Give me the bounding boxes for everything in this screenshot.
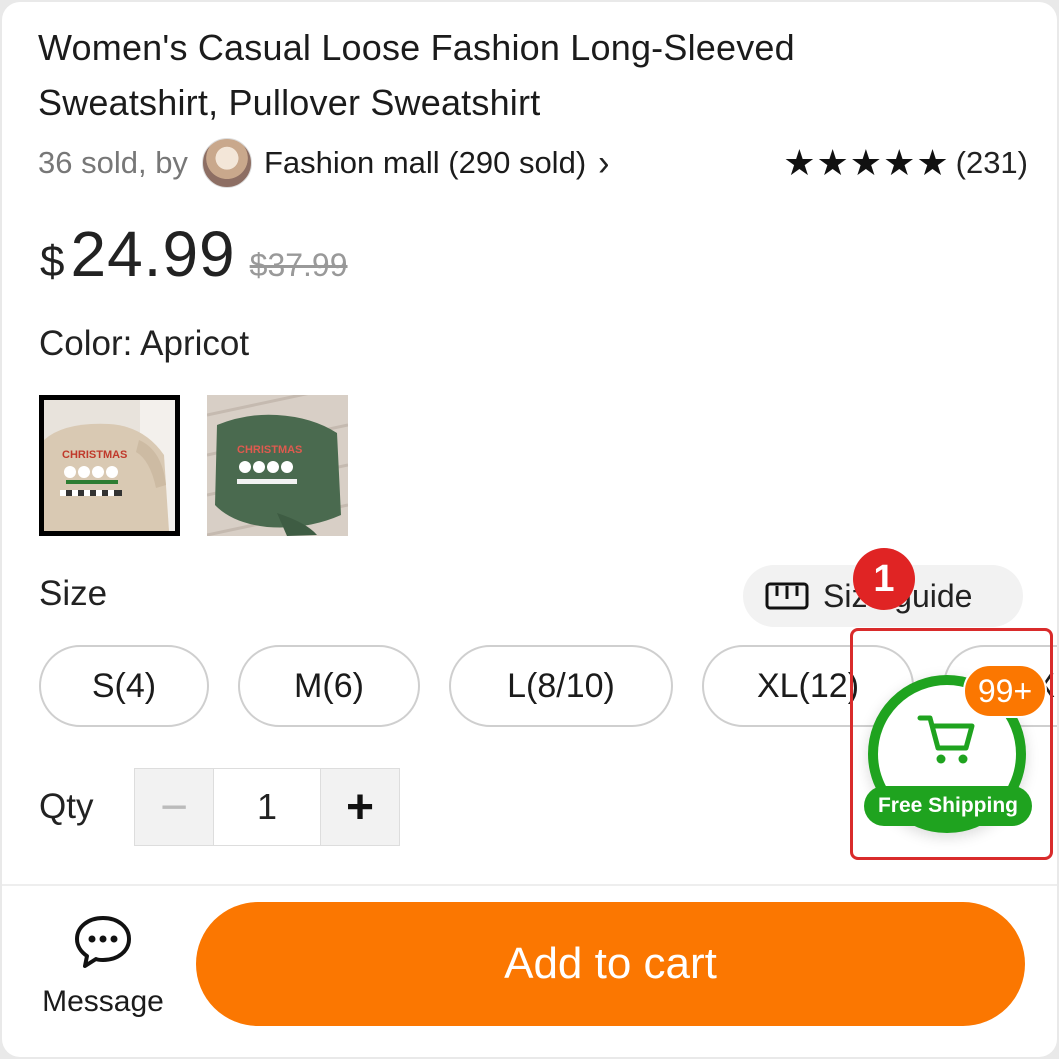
price-row: $ 24.99 $37.99 xyxy=(40,217,348,291)
color-swatch-green[interactable]: CHRISTMAS xyxy=(207,395,348,536)
annotation-number-badge: 1 xyxy=(853,548,915,610)
message-label: Message xyxy=(42,985,164,1018)
size-option[interactable]: L(8/10) xyxy=(449,645,673,727)
current-price: 24.99 xyxy=(70,218,236,290)
message-button[interactable]: Message xyxy=(28,914,178,1019)
chat-bubble-icon xyxy=(75,916,131,968)
svg-text:CHRISTMAS: CHRISTMAS xyxy=(237,444,302,456)
currency-symbol: $ xyxy=(40,237,65,286)
seller-avatar[interactable] xyxy=(201,138,252,188)
qty-value[interactable]: 1 xyxy=(213,769,321,845)
qty-decrement-button[interactable]: − xyxy=(135,769,213,845)
apricot-sweatshirt-image: CHRISTMAS xyxy=(44,400,175,531)
divider xyxy=(2,884,1057,886)
seller-link[interactable]: Fashion mall (290 sold) xyxy=(264,145,586,181)
shopping-cart-icon xyxy=(917,715,975,764)
color-swatch-apricot[interactable]: CHRISTMAS xyxy=(39,395,180,536)
qty-label: Qty xyxy=(39,787,94,826)
chevron-right-icon[interactable]: › xyxy=(598,142,609,185)
rating[interactable]: ★★★★★ (231) xyxy=(783,138,1028,188)
star-rating-icon: ★★★★★ xyxy=(783,142,950,183)
size-option[interactable]: M(6) xyxy=(238,645,420,727)
green-sweatshirt-image: CHRISTMAS xyxy=(207,395,348,536)
product-detail-panel: Women's Casual Loose Fashion Long-Sleeve… xyxy=(2,2,1057,1057)
product-title: Women's Casual Loose Fashion Long-Sleeve… xyxy=(38,27,795,123)
qty-increment-button[interactable]: + xyxy=(321,769,399,845)
quantity-stepper: − 1 + xyxy=(134,768,400,846)
free-shipping-badge: Free Shipping xyxy=(864,786,1032,826)
cart-count-badge: 99+ xyxy=(963,664,1047,718)
svg-text:CHRISTMAS: CHRISTMAS xyxy=(62,449,127,461)
color-label: Color: Apricot xyxy=(39,324,250,363)
add-to-cart-button[interactable]: Add to cart xyxy=(196,902,1025,1026)
size-label: Size xyxy=(39,574,108,613)
seller-row: 36 sold, by Fashion mall (290 sold) › ★★… xyxy=(38,138,1028,188)
original-price: $37.99 xyxy=(249,247,348,283)
sold-count: 36 sold, by xyxy=(38,145,188,180)
rating-count: (231) xyxy=(955,145,1028,180)
size-option[interactable]: S(4) xyxy=(39,645,209,727)
ruler-icon xyxy=(765,582,809,610)
